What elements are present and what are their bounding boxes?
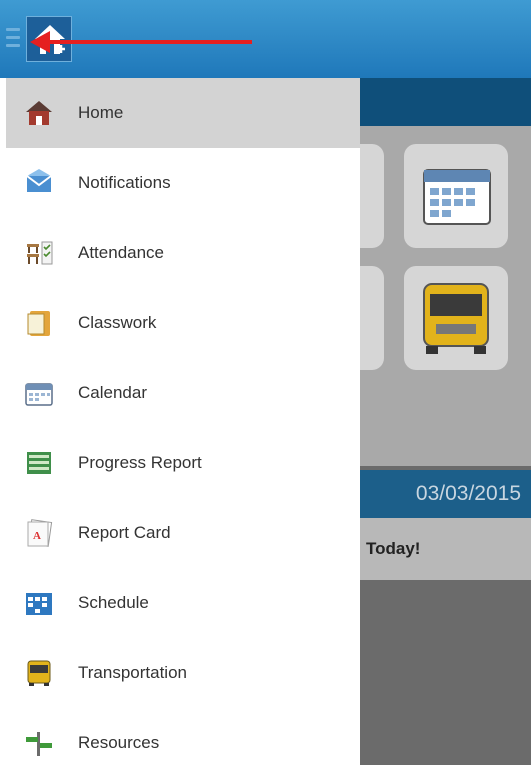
menu-item-label: Home bbox=[78, 103, 124, 122]
signpost-icon bbox=[26, 732, 52, 756]
app-bar bbox=[0, 0, 531, 78]
menu-item-report-card[interactable]: A Report Card bbox=[6, 498, 360, 568]
menu-item-calendar[interactable]: Calendar bbox=[6, 358, 360, 428]
menu-item-schedule[interactable]: Schedule bbox=[6, 568, 360, 638]
background-tiles bbox=[280, 126, 531, 466]
notepad-icon bbox=[27, 311, 50, 336]
menu-item-label: Resources bbox=[78, 733, 160, 752]
menu-item-notifications[interactable]: Notifications bbox=[6, 148, 360, 218]
background-header bbox=[360, 78, 531, 126]
envelope-icon bbox=[26, 169, 52, 192]
schedule-grid-icon bbox=[26, 593, 52, 615]
annotation-arrow-icon bbox=[30, 31, 252, 53]
svg-text:A: A bbox=[33, 530, 41, 542]
today-label: Today! bbox=[360, 518, 531, 580]
menu-item-label: Classwork bbox=[78, 313, 157, 332]
progress-report-icon bbox=[27, 452, 51, 474]
background-content: 03/03/2015 Today! bbox=[280, 78, 531, 765]
calendar-icon bbox=[423, 169, 491, 225]
menu-item-home[interactable]: Home bbox=[6, 78, 360, 148]
school-bus-icon bbox=[423, 283, 489, 354]
calendar-icon bbox=[25, 383, 53, 406]
school-bus-icon bbox=[27, 660, 51, 686]
menu-item-transportation[interactable]: Transportation bbox=[6, 638, 360, 708]
menu-icon[interactable] bbox=[6, 28, 20, 52]
menu-item-label: Progress Report bbox=[78, 453, 202, 472]
navigation-drawer: Home Notifications Attendance Classwork bbox=[6, 78, 360, 765]
menu-item-label: Calendar bbox=[78, 383, 147, 402]
report-card-icon: A bbox=[27, 519, 53, 547]
menu-item-label: Notifications bbox=[78, 173, 171, 192]
menu-item-attendance[interactable]: Attendance bbox=[6, 218, 360, 288]
date-label: 03/03/2015 bbox=[360, 470, 531, 518]
menu-item-progress-report[interactable]: Progress Report bbox=[6, 428, 360, 498]
menu-item-label: Transportation bbox=[78, 663, 187, 682]
menu-item-label: Report Card bbox=[78, 523, 171, 542]
school-bus-tile bbox=[404, 266, 508, 370]
attendance-desks-icon bbox=[27, 241, 53, 265]
menu-item-resources[interactable]: Resources bbox=[6, 708, 360, 765]
menu-item-classwork[interactable]: Classwork bbox=[6, 288, 360, 358]
menu-item-label: Schedule bbox=[78, 593, 149, 612]
calendar-tile bbox=[404, 144, 508, 248]
menu-item-label: Attendance bbox=[78, 243, 165, 262]
home-icon bbox=[26, 101, 52, 125]
